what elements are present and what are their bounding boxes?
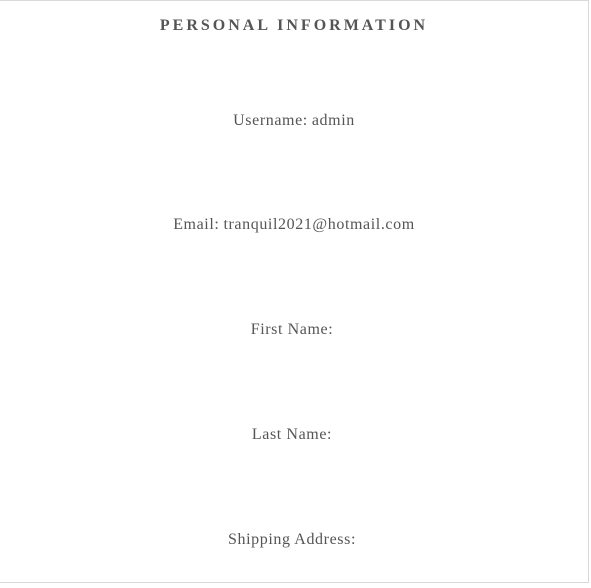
first-name-row: First Name: <box>0 321 588 339</box>
shipping-address-row: Shipping Address: <box>0 531 588 549</box>
username-label: Username: <box>233 112 308 129</box>
first-name-label: First Name: <box>250 321 334 338</box>
last-name-label: Last Name: <box>251 426 333 443</box>
email-row: Email: tranquil2021@hotmail.com <box>0 216 588 234</box>
last-name-row: Last Name: <box>0 426 588 444</box>
username-value: admin <box>311 112 355 129</box>
section-title: PERSONAL INFORMATION <box>159 17 429 34</box>
email-value: tranquil2021@hotmail.com <box>223 216 415 233</box>
personal-information-panel: PERSONAL INFORMATION Username: admin Emai… <box>0 0 589 583</box>
email-label: Email: <box>173 216 220 233</box>
username-row: Username: admin <box>0 112 588 130</box>
shipping-address-label: Shipping Address: <box>228 531 356 548</box>
